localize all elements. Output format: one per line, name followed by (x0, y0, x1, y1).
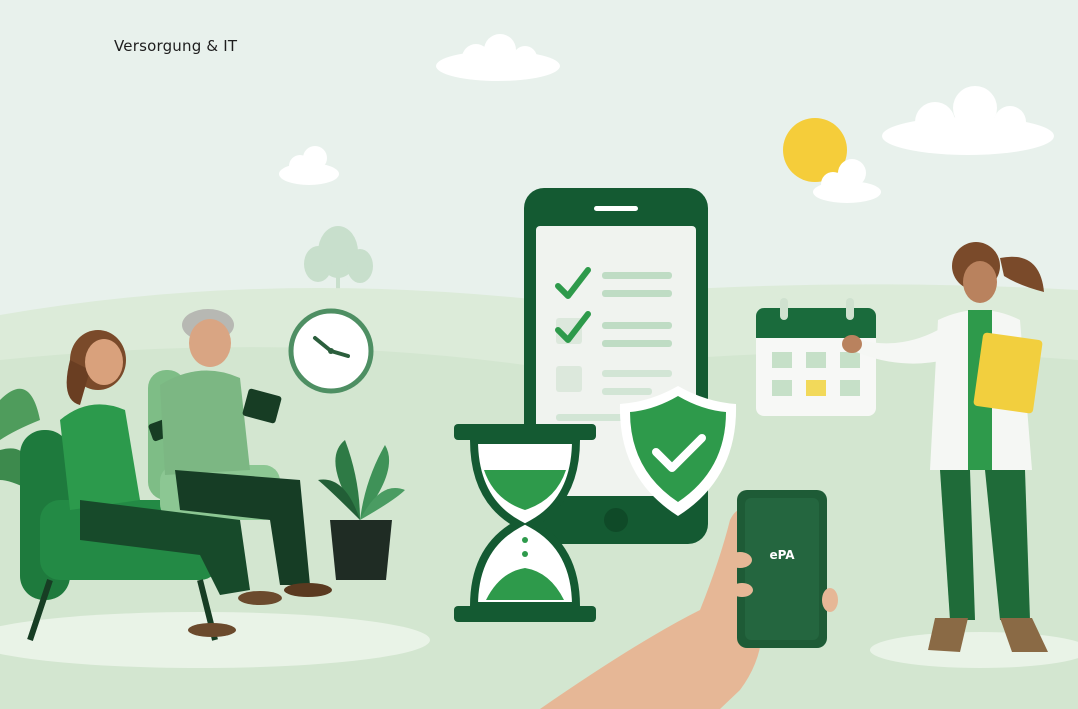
epa-label: ePA (769, 548, 795, 562)
clock-icon (288, 308, 374, 394)
illustration-canvas: ePA (0, 0, 1078, 709)
sun-icon (783, 118, 847, 182)
calendar-icon (756, 298, 876, 416)
category-label[interactable]: Versorgung & IT (114, 37, 237, 55)
hero-illustration: ePA Versorgung & IT (0, 0, 1078, 709)
